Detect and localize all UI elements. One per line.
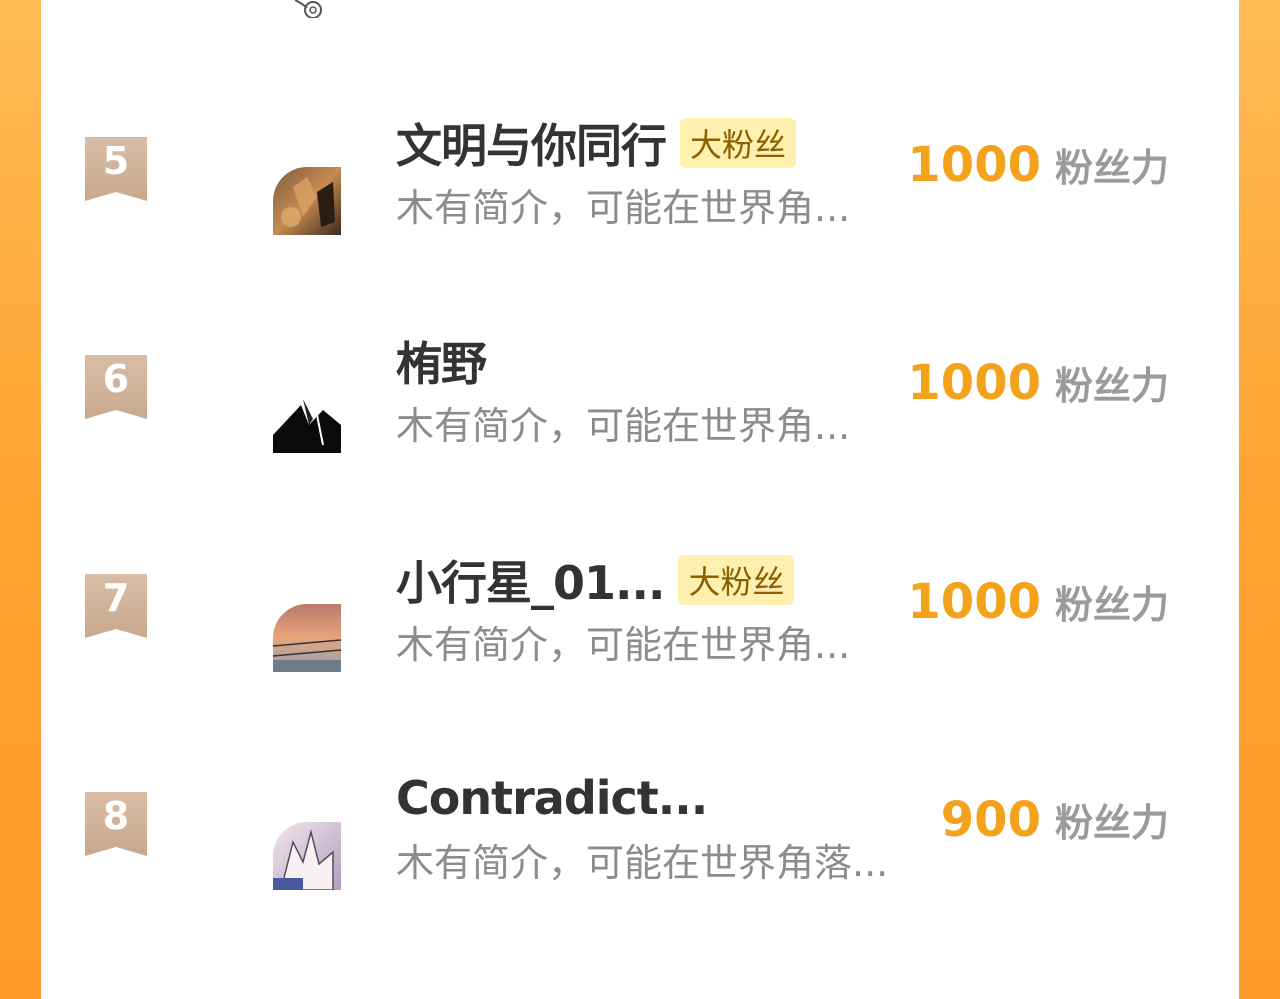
user-intro: 木有简介，可能在世界角... [396, 186, 851, 230]
user-intro: 木有简介，可能在世界角... [396, 404, 851, 448]
list-item[interactable]: 7 小行星_01... 大粉丝 木有简介，可能在世界角... 1000 粉丝力 [41, 555, 1239, 774]
fan-power-value: 1000 [907, 574, 1041, 630]
avatar[interactable] [273, 604, 341, 672]
fan-power-value: 1000 [907, 137, 1041, 193]
user-name[interactable]: 栯野 [396, 328, 487, 394]
avatar[interactable] [273, 167, 341, 235]
user-name[interactable]: Contradict... [396, 771, 708, 825]
fan-power: 900 粉丝力 [941, 792, 1169, 848]
avatar[interactable] [273, 0, 341, 18]
fan-power: 1000 粉丝力 [907, 355, 1169, 411]
rank-badge: 8 [85, 792, 147, 856]
fan-power-value: 900 [940, 792, 1041, 848]
rank-badge: 6 [85, 355, 147, 419]
fan-power-unit: 粉丝力 [1054, 146, 1169, 190]
user-name[interactable]: 文明与你同行 [396, 110, 667, 176]
rank-badge: 7 [85, 574, 147, 638]
big-fan-badge: 大粉丝 [680, 118, 797, 168]
user-intro: 木有简介，可能在世界角落... [396, 841, 889, 885]
fan-power: 1000 粉丝力 [907, 574, 1169, 630]
fan-power-value: 1000 [907, 355, 1041, 411]
avatar[interactable] [273, 822, 341, 890]
fan-power-unit: 粉丝力 [1054, 583, 1169, 627]
big-fan-badge: 大粉丝 [678, 555, 795, 605]
list-item[interactable]: 5 文明与你同行 大粉丝 木有简介，可能在世界角... 1000 粉丝力 [41, 118, 1239, 337]
list-item[interactable]: 6 栯野 木有简介，可能在世界角... 1000 粉丝力 [41, 337, 1239, 555]
user-intro: 木有简介，可能在世界角... [396, 623, 851, 667]
fan-power: 1000 粉丝力 [907, 137, 1169, 193]
avatar[interactable] [273, 385, 341, 453]
list-item[interactable]: 8 Contradict... 木有简介，可能在世界角落... 900 粉丝力 [41, 771, 1239, 992]
fan-power-unit: 粉丝力 [1054, 801, 1169, 845]
rank-badge: 5 [85, 137, 147, 201]
fan-ranking-panel: 5 文明与你同行 大粉丝 木有简介，可能在世界角... 1000 粉丝力 6 栯… [41, 0, 1239, 999]
user-name[interactable]: 小行星_01... [396, 547, 665, 613]
fan-power-unit: 粉丝力 [1054, 364, 1169, 408]
